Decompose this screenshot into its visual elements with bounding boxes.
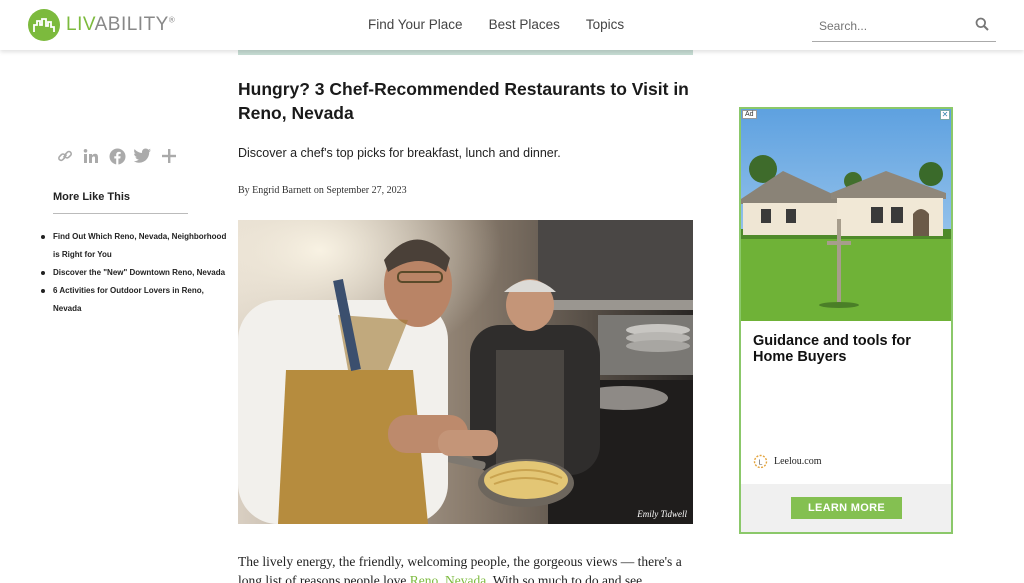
article-body: The lively energy, the friendly, welcomi… bbox=[238, 552, 698, 583]
divider bbox=[53, 213, 188, 214]
linkedin-icon[interactable] bbox=[82, 147, 100, 165]
search-input[interactable] bbox=[812, 12, 962, 40]
more-like-this-list: Find Out Which Reno, Nevada, Neighborhoo… bbox=[41, 228, 228, 318]
search-box bbox=[812, 12, 996, 42]
ad-badge: Ad bbox=[742, 110, 757, 119]
kitchen-chefs-image bbox=[238, 220, 693, 524]
site-header: LIVABILITY® Find Your Place Best Places … bbox=[0, 0, 1024, 50]
more-like-this-heading: More Like This bbox=[53, 191, 131, 203]
nav-find-your-place[interactable]: Find Your Place bbox=[368, 17, 463, 32]
logo-mark-icon bbox=[28, 9, 60, 41]
link-icon[interactable] bbox=[56, 147, 74, 165]
ad-unit[interactable]: Ad ✕ Guidance and tools for Home Buyers … bbox=[739, 107, 953, 534]
share-bar bbox=[56, 147, 178, 165]
svg-text:L: L bbox=[759, 460, 763, 467]
article-byline: By Engrid Barnett on September 27, 2023 bbox=[238, 185, 407, 196]
related-link[interactable]: Find Out Which Reno, Nevada, Neighborhoo… bbox=[41, 228, 228, 264]
article-headline: Hungry? 3 Chef-Recommended Restaurants t… bbox=[238, 79, 689, 123]
house-image bbox=[741, 109, 951, 321]
search-icon[interactable] bbox=[975, 17, 989, 36]
related-link[interactable]: Discover the "New" Downtown Reno, Nevada bbox=[41, 264, 228, 282]
site-logo[interactable]: LIVABILITY® bbox=[28, 9, 175, 41]
main-nav: Find Your Place Best Places Topics bbox=[368, 17, 624, 32]
nav-topics[interactable]: Topics bbox=[586, 17, 624, 32]
ad-brand-name: Leelou.com bbox=[774, 456, 822, 467]
photo-credit: Emily Tidwell bbox=[637, 509, 687, 519]
nav-best-places[interactable]: Best Places bbox=[489, 17, 560, 32]
learn-more-button[interactable]: LEARN MORE bbox=[791, 497, 902, 519]
link-nevada[interactable]: Nevada bbox=[445, 573, 486, 583]
leelou-logo-icon: L bbox=[753, 454, 768, 469]
article-hero-photo: Emily Tidwell bbox=[238, 220, 693, 524]
twitter-icon[interactable] bbox=[134, 147, 152, 165]
link-reno[interactable]: Reno bbox=[410, 573, 439, 583]
ad-close-icon[interactable]: ✕ bbox=[940, 110, 950, 120]
ad-brand[interactable]: L Leelou.com bbox=[753, 454, 821, 469]
hero-strip bbox=[238, 50, 693, 55]
ad-headline[interactable]: Guidance and tools for Home Buyers bbox=[753, 333, 943, 365]
facebook-icon[interactable] bbox=[108, 147, 126, 165]
plus-icon[interactable] bbox=[160, 147, 178, 165]
related-link[interactable]: 6 Activities for Outdoor Lovers in Reno,… bbox=[41, 282, 228, 318]
logo-wordmark: LIVABILITY® bbox=[66, 14, 176, 35]
article-deck: Discover a chef's top picks for breakfas… bbox=[238, 146, 561, 160]
